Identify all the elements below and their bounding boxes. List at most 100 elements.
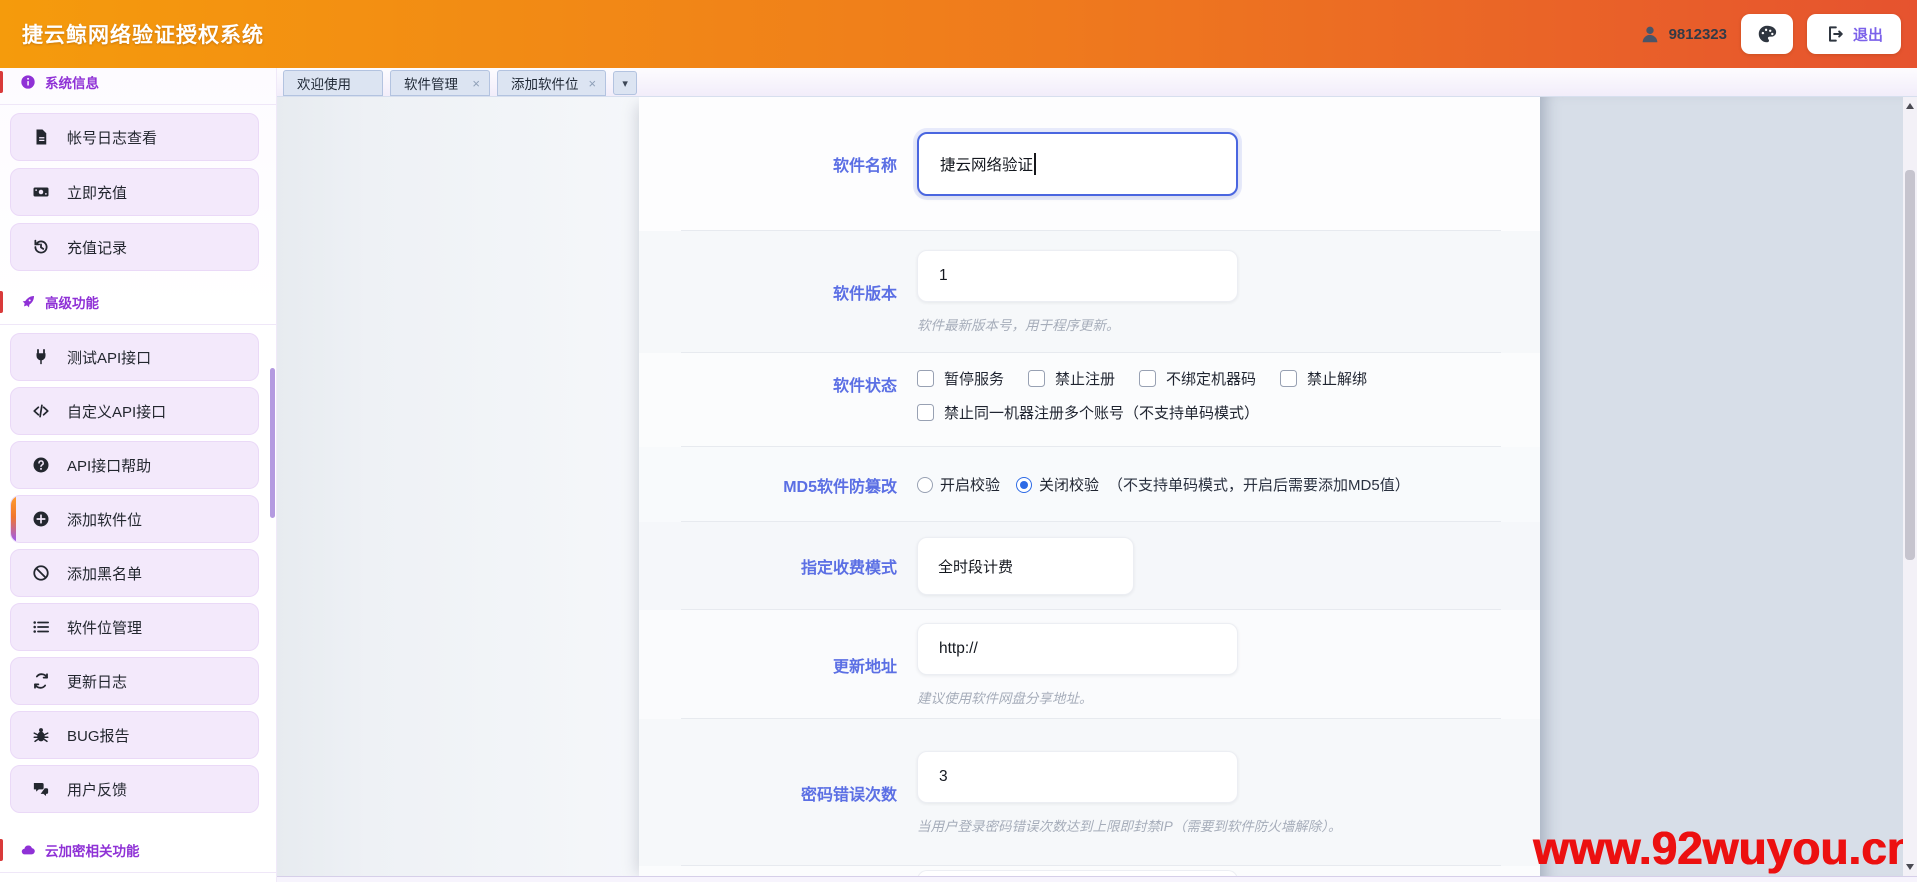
software-name-input[interactable]: 捷云网络验证 <box>917 132 1238 196</box>
radio-md5-off[interactable] <box>1016 477 1032 493</box>
sidebar-section-system-info: 系统信息 <box>0 73 276 91</box>
sidebar-item-label: API接口帮助 <box>67 455 151 476</box>
tab-close-icon[interactable]: × <box>472 77 480 90</box>
form-row-md5-protect: MD5软件防篡改 开启校验 关闭校验 （不支持单码模式，开启后需要添加MD5值） <box>639 447 1540 522</box>
tab-close-icon[interactable]: × <box>589 77 597 90</box>
sidebar-item-label: 充值记录 <box>67 237 127 258</box>
sidebar-item-api-help[interactable]: API接口帮助 <box>10 441 259 489</box>
checkbox-no-machine-bind[interactable] <box>1139 370 1156 387</box>
tab-label: 软件管理 <box>404 73 468 93</box>
checkbox-label: 禁止解绑 <box>1307 368 1367 389</box>
sidebar-item-update-log[interactable]: 更新日志 <box>10 657 259 705</box>
rocket-icon <box>20 294 36 310</box>
md5-note: （不支持单码模式，开启后需要添加MD5值） <box>1108 474 1410 495</box>
divider <box>0 104 276 105</box>
sidebar: 系统信息 帐号日志查看 立即充值 充值记录 高级功能 <box>0 68 277 882</box>
tab-label: 欢迎使用 <box>297 73 361 93</box>
password-error-input[interactable]: 3 <box>917 751 1238 803</box>
form-row-charge-mode: 指定收费模式 全时段计费 <box>639 522 1540 610</box>
software-version-input[interactable]: 1 <box>917 250 1238 302</box>
section-label: 高级功能 <box>45 292 99 312</box>
checkbox-label: 不绑定机器码 <box>1166 368 1256 389</box>
plug-icon <box>32 348 50 366</box>
radio-md5-on[interactable] <box>917 477 933 493</box>
sidebar-item-label: 立即充值 <box>67 182 127 203</box>
list-icon <box>32 618 50 636</box>
scroll-down-arrow[interactable] <box>1903 860 1917 874</box>
sidebar-item-slot-management[interactable]: 软件位管理 <box>10 603 259 651</box>
sidebar-item-recharge[interactable]: 立即充值 <box>10 168 259 216</box>
input-value: 1 <box>939 267 948 285</box>
section-label: 云加密相关功能 <box>45 840 140 860</box>
content-left-gutter <box>277 97 639 882</box>
field-label-software-status: 软件状态 <box>833 372 897 396</box>
scroll-up-arrow[interactable] <box>1903 99 1917 113</box>
input-value: 3 <box>939 768 948 786</box>
section-accent-bar <box>0 71 3 93</box>
field-hint: 建议使用软件网盘分享地址。 <box>917 687 1540 707</box>
checkbox-pause-service[interactable] <box>917 370 934 387</box>
tab-software-manage[interactable]: 软件管理 × <box>390 70 490 96</box>
scrollbar-thumb[interactable] <box>1905 170 1915 560</box>
sidebar-item-recharge-history[interactable]: 充值记录 <box>10 223 259 271</box>
active-indicator-bar <box>11 496 16 542</box>
sidebar-item-account-log[interactable]: 帐号日志查看 <box>10 113 259 161</box>
comments-icon <box>32 780 50 798</box>
field-hint: 当用户登录密码错误次数达到上限即封禁IP（需要到软件防火墙解除）。 <box>917 815 1540 835</box>
checkbox-label: 禁止同一机器注册多个账号（不支持单码模式） <box>944 402 1259 423</box>
field-label-charge-mode: 指定收费模式 <box>801 554 897 578</box>
checkbox-forbid-multi-account[interactable] <box>917 404 934 421</box>
sidebar-item-add-blacklist[interactable]: 添加黑名单 <box>10 549 259 597</box>
bug-icon <box>32 726 50 744</box>
sidebar-section-advanced: 高级功能 <box>0 293 276 311</box>
header-actions: 9812323 退出 <box>1639 14 1901 54</box>
tab-bar: 欢迎使用 软件管理 × 添加软件位 × ▾ <box>277 68 1917 97</box>
palette-icon <box>1756 23 1778 45</box>
tab-list-dropdown-button[interactable]: ▾ <box>613 71 637 95</box>
checkbox-forbid-register[interactable] <box>1028 370 1045 387</box>
theme-palette-button[interactable] <box>1741 14 1793 54</box>
history-icon <box>32 238 50 256</box>
text-caret <box>1034 153 1036 175</box>
field-label-md5-protect: MD5软件防篡改 <box>783 473 897 497</box>
update-url-input[interactable]: http:// <box>917 623 1238 675</box>
tab-add-software-slot[interactable]: 添加软件位 × <box>497 70 606 96</box>
user-info: 9812323 <box>1639 23 1727 45</box>
checkbox-label: 暂停服务 <box>944 368 1004 389</box>
divider <box>0 324 276 325</box>
header: 捷云鲸网络验证授权系统 9812323 退出 <box>0 0 1917 68</box>
refresh-icon <box>32 672 50 690</box>
radio-label: 关闭校验 <box>1039 474 1099 495</box>
charge-mode-select[interactable]: 全时段计费 <box>917 537 1134 595</box>
sidebar-item-add-software-slot[interactable]: 添加软件位 <box>10 495 259 543</box>
checkbox-forbid-unbind[interactable] <box>1280 370 1297 387</box>
app-window: 捷云鲸网络验证授权系统 9812323 退出 <box>0 0 1917 882</box>
sidebar-item-label: 测试API接口 <box>67 347 151 368</box>
main-scrollbar[interactable] <box>1903 97 1917 876</box>
field-hint: 软件最新版本号，用于程序更新。 <box>917 314 1540 334</box>
tab-welcome[interactable]: 欢迎使用 <box>283 70 383 96</box>
checkbox-label: 禁止注册 <box>1055 368 1115 389</box>
sidebar-item-test-api[interactable]: 测试API接口 <box>10 333 259 381</box>
sidebar-item-user-feedback[interactable]: 用户反馈 <box>10 765 259 813</box>
app-title: 捷云鲸网络验证授权系统 <box>22 19 264 49</box>
plus-circle-icon <box>32 510 50 528</box>
sidebar-item-custom-api[interactable]: 自定义API接口 <box>10 387 259 435</box>
divider <box>0 872 276 873</box>
sidebar-item-label: 帐号日志查看 <box>67 127 157 148</box>
logout-button[interactable]: 退出 <box>1807 14 1901 54</box>
section-label: 系统信息 <box>45 72 99 92</box>
horizontal-scrollbar-track[interactable] <box>277 876 1917 882</box>
form-row-software-name: 软件名称 捷云网络验证 <box>639 97 1540 231</box>
sidebar-item-bug-report[interactable]: BUG报告 <box>10 711 259 759</box>
field-label-software-name: 软件名称 <box>833 152 897 176</box>
money-icon <box>32 183 50 201</box>
field-label-password-error: 密码错误次数 <box>801 781 897 805</box>
sidebar-item-label: BUG报告 <box>67 725 130 746</box>
sidebar-scrollbar-thumb[interactable] <box>270 368 275 518</box>
sidebar-item-label: 添加黑名单 <box>67 563 142 584</box>
sidebar-item-label: 自定义API接口 <box>67 401 166 422</box>
field-label-software-version: 软件版本 <box>833 280 897 304</box>
logout-icon <box>1825 24 1845 44</box>
watermark: www.92wuyou.cn <box>1533 821 1915 875</box>
